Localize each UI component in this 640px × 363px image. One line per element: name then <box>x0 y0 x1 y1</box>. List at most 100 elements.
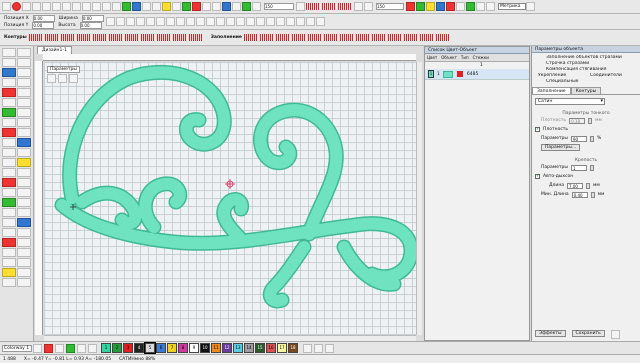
lock-ratio-icon[interactable] <box>105 17 115 26</box>
width-input[interactable]: 0.00 <box>81 14 104 22</box>
tool-icon-l19[interactable] <box>2 248 16 257</box>
position-y-input[interactable]: 0.00 <box>32 21 55 29</box>
color-swatch-1[interactable]: 1 <box>101 343 111 353</box>
tool-icon-11[interactable] <box>406 2 415 11</box>
color-swatch-11[interactable]: 11 <box>211 343 221 353</box>
tool-icon-l22[interactable] <box>17 258 31 267</box>
new-file-icon[interactable] <box>22 2 31 11</box>
transform-icon-9[interactable] <box>195 17 205 26</box>
fill-stitch-6[interactable] <box>323 34 338 41</box>
stitch-type-2[interactable] <box>322 3 336 10</box>
color-swatch-8[interactable]: 8 <box>178 343 188 353</box>
outline-tool-icon[interactable] <box>17 108 31 117</box>
gradient-input[interactable]: 0.38 <box>569 117 586 124</box>
transform-icon-6[interactable] <box>165 17 175 26</box>
color-swatch-15[interactable]: 15 <box>255 343 265 353</box>
transform-icon-5[interactable] <box>155 17 165 26</box>
color-swatch-12[interactable]: 12 <box>222 343 232 353</box>
menu-icon[interactable] <box>2 2 11 11</box>
tool-icon-l5[interactable] <box>2 178 16 187</box>
select-all-icon[interactable] <box>172 2 181 11</box>
colorway-menu-icon[interactable] <box>33 343 42 353</box>
tool-icon-l25[interactable] <box>2 278 16 287</box>
transform-icon-8[interactable] <box>185 17 195 26</box>
transform-icon-19[interactable] <box>295 17 305 26</box>
tool-icon-17[interactable] <box>466 2 475 11</box>
monogram-icon[interactable] <box>17 88 31 97</box>
tool-icon-16[interactable] <box>456 2 465 11</box>
fill-stitch-3[interactable] <box>275 34 290 41</box>
tool-icon-20[interactable] <box>526 2 535 11</box>
transform-icon-18[interactable] <box>285 17 295 26</box>
embroidery-design[interactable] <box>44 62 416 317</box>
fill-stitch-8[interactable] <box>355 34 370 41</box>
tool-icon-l1[interactable] <box>2 158 16 167</box>
density-params-spinner[interactable] <box>589 135 594 142</box>
tool-icon-l26[interactable] <box>17 278 31 287</box>
color-swatch-5[interactable]: 5 <box>144 342 156 354</box>
fill-stitch-4[interactable] <box>291 34 306 41</box>
tool-icon-l3[interactable] <box>2 168 16 177</box>
tool-icon-l23[interactable] <box>2 268 16 277</box>
bezier-icon[interactable] <box>2 98 16 107</box>
undo-icon[interactable] <box>62 2 71 11</box>
fill-stitch-13[interactable] <box>435 34 450 41</box>
palette-tool-icon-3[interactable] <box>325 343 334 353</box>
tool-icon-1[interactable] <box>182 2 191 11</box>
text-icon[interactable] <box>2 88 16 97</box>
fill-type-select[interactable]: Сатин <box>535 98 605 105</box>
transform-icon-17[interactable] <box>275 17 285 26</box>
density-params-input[interactable]: 90 <box>570 135 587 142</box>
color-swatch-13[interactable]: 13 <box>233 343 243 353</box>
contour-stitch-4[interactable] <box>76 34 91 41</box>
tool-icon-l24[interactable] <box>17 268 31 277</box>
contour-stitch-1[interactable] <box>28 34 43 41</box>
tool-icon-l7[interactable] <box>2 188 16 197</box>
zoom-input-2[interactable]: 150 <box>376 3 404 10</box>
contour-stitch-6[interactable] <box>108 34 123 41</box>
color-swatch-7[interactable]: 7 <box>167 343 177 353</box>
knife-icon[interactable] <box>17 58 31 67</box>
remove-color-icon[interactable] <box>55 343 64 353</box>
contour-stitch-2[interactable] <box>44 34 59 41</box>
tool-icon-6[interactable] <box>232 2 241 11</box>
tool-icon-14[interactable] <box>436 2 445 11</box>
applique-icon[interactable] <box>2 128 16 137</box>
strength-spinner[interactable] <box>589 164 594 171</box>
colorway-select[interactable]: Colorway 1 <box>2 344 32 352</box>
tool-icon-10[interactable] <box>364 2 373 11</box>
rhinestone-icon[interactable] <box>2 138 16 147</box>
color-swatch-4[interactable]: 4 <box>134 343 144 353</box>
cut-tool-icon[interactable] <box>2 148 16 157</box>
tab-contours[interactable]: Контуры <box>570 87 602 94</box>
effects-button[interactable]: Эффекты <box>535 330 566 337</box>
section-special[interactable]: Специальные <box>532 79 640 85</box>
tool-icon-15[interactable] <box>446 2 455 11</box>
satin-stitch-icon[interactable] <box>17 118 31 127</box>
height-input[interactable]: 0.00 <box>79 21 102 29</box>
min-length-spinner[interactable] <box>590 191 595 198</box>
reshape-icon[interactable] <box>2 58 16 67</box>
unit-select[interactable]: Метрика <box>498 3 526 10</box>
fill-stitch-12[interactable] <box>419 34 434 41</box>
transform-icon-10[interactable] <box>205 17 215 26</box>
gradient-spinner[interactable] <box>588 117 593 124</box>
color-swatch-2[interactable]: 2 <box>112 343 122 353</box>
column-stitches[interactable]: Стежки <box>471 55 491 60</box>
color-tool-icon-1[interactable] <box>66 343 75 353</box>
tool-icon-l21[interactable] <box>2 258 16 267</box>
spiral-icon[interactable] <box>17 78 31 87</box>
transform-icon-7[interactable] <box>175 17 185 26</box>
transform-icon-1[interactable] <box>115 17 125 26</box>
tool-icon-12[interactable] <box>416 2 425 11</box>
tool-icon-l6[interactable] <box>17 178 31 187</box>
column-object[interactable]: Объект <box>439 55 459 60</box>
fill-stitch-7[interactable] <box>339 34 354 41</box>
tool-icon-l10[interactable] <box>17 198 31 207</box>
distribute-icon[interactable] <box>152 2 161 11</box>
tool-icon-l4[interactable] <box>17 168 31 177</box>
transform-icon-3[interactable] <box>135 17 145 26</box>
photo-stitch-icon[interactable] <box>17 138 31 147</box>
transform-icon-13[interactable] <box>235 17 245 26</box>
contour-stitch-10[interactable] <box>172 34 187 41</box>
